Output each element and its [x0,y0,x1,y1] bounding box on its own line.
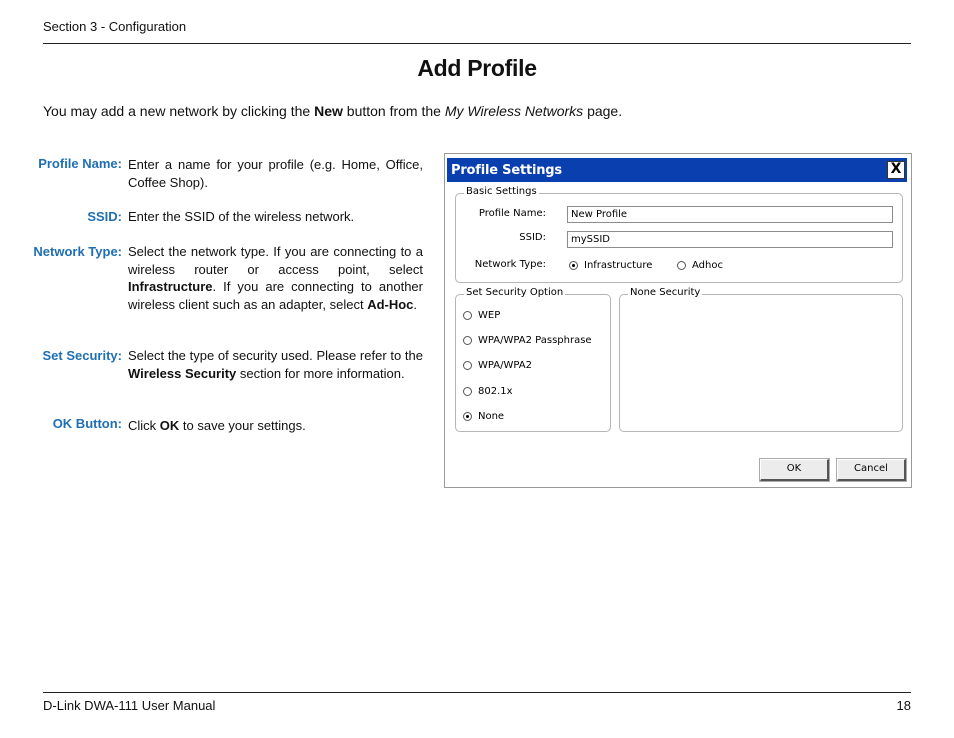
ssid-input[interactable]: mySSID [567,231,893,248]
header-rule [43,43,911,44]
profile-name-label: Profile Name: [38,156,122,171]
none-security-group: None Security [619,287,903,432]
intro-paragraph: You may add a new network by clicking th… [43,103,622,119]
security-radio-label: WPA/WPA2 Passphrase [478,335,592,346]
intro-italic-networks: My Wireless Networks [444,103,584,119]
network-type-field-label: Network Type: [474,259,546,270]
infrastructure-radio[interactable]: Infrastructure [569,260,652,271]
radio-selected-icon [463,412,472,421]
infrastructure-radio-label: Infrastructure [584,260,653,271]
footer-manual: D-Link DWA-111 User Manual [43,698,216,713]
security-option-group: Set Security Option WEP WPA/WPA2 Passphr… [455,287,611,432]
radio-selected-icon [569,261,578,270]
ok-button-label: OK Button: [52,416,122,431]
ssid-field-label: SSID: [519,232,546,243]
page-title: Add Profile [417,55,537,81]
desc-text: to save your settings. [179,418,306,433]
ssid-label: SSID: [87,209,122,224]
ok-button[interactable]: OK [760,459,829,481]
profile-name-desc: Enter a name for your profile (e.g. Home… [128,157,423,190]
security-option-legend: Set Security Option [464,287,566,298]
intro-text: button from the [342,103,445,119]
desc-text: section for more information. [236,365,405,381]
radio-unselected-icon [463,387,472,396]
intro-text: page. [583,103,623,119]
dialog-title: Profile Settings [451,163,562,178]
security-radio-none[interactable]: None [463,411,504,422]
none-security-legend: None Security [628,287,703,298]
adhoc-radio[interactable]: Adhoc [677,260,723,271]
basic-settings-legend: Basic Settings [464,186,539,197]
security-radio-wpa[interactable]: WPA/WPA2 [463,360,532,371]
network-type-label: Network Type: [33,244,122,259]
set-security-label: Set Security: [42,348,122,363]
cancel-button[interactable]: Cancel [837,459,906,481]
security-radio-wep[interactable]: WEP [463,310,500,321]
desc-text: Click [128,418,160,433]
adhoc-radio-label: Adhoc [692,260,723,271]
desc-text: Select the type of security used. Please… [128,348,423,363]
profile-settings-dialog: Profile Settings X Basic Settings Profil… [444,153,912,488]
radio-unselected-icon [463,336,472,345]
profile-name-field-label: Profile Name: [478,208,546,219]
security-radio-label: WPA/WPA2 [478,360,532,371]
desc-text: Select the network type. If you are conn… [128,244,423,277]
basic-settings-group: Basic Settings Profile Name: New Profile… [455,186,903,283]
ok-button-desc: Click OK to save your settings. [128,417,423,435]
intro-text: You may add a new network by clicking th… [43,103,315,119]
radio-unselected-icon [463,311,472,320]
desc-bold: Ad-Hoc [367,296,414,312]
security-radio-wpa-passphrase[interactable]: WPA/WPA2 Passphrase [463,335,592,346]
page-number: 18 [896,698,911,713]
desc-bold: OK [159,418,180,433]
footer-rule [43,692,911,693]
network-type-desc: Select the network type. If you are conn… [128,243,423,313]
security-radio-label: 802.1x [478,386,513,397]
desc-bold: Infrastructure [128,279,213,294]
security-radio-label: WEP [478,310,501,321]
profile-name-input[interactable]: New Profile [567,206,893,223]
desc-text: . [413,296,418,312]
security-radio-8021x[interactable]: 802.1x [463,386,513,397]
close-icon[interactable]: X [887,161,905,179]
intro-bold-new: New [314,103,343,119]
ssid-desc: Enter the SSID of the wireless network. [128,209,355,224]
radio-unselected-icon [463,361,472,370]
security-radio-label: None [478,411,505,422]
radio-unselected-icon [677,261,686,270]
set-security-desc: Select the type of security used. Please… [128,347,423,382]
dialog-titlebar: Profile Settings X [447,158,907,182]
section-header: Section 3 - Configuration [43,19,187,34]
desc-bold: Wireless Security [128,365,237,381]
